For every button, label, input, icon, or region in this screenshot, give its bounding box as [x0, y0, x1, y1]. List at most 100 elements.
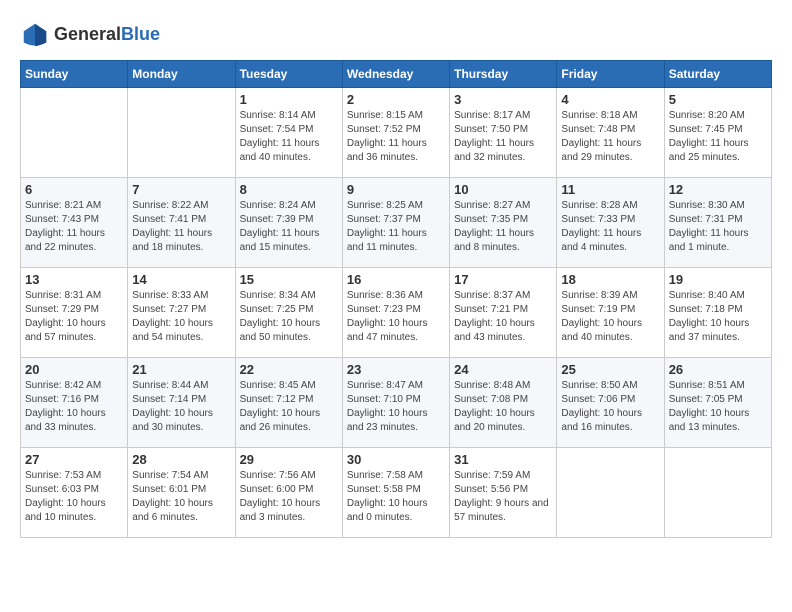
- day-number: 22: [240, 362, 338, 377]
- day-info: Sunrise: 7:56 AM Sunset: 6:00 PM Dayligh…: [240, 469, 338, 525]
- day-info: Sunrise: 8:45 AM Sunset: 7:12 PM Dayligh…: [240, 379, 338, 435]
- calendar-cell: [557, 448, 664, 538]
- calendar-cell: 3 Sunrise: 8:17 AM Sunset: 7:50 PM Daylig…: [450, 88, 557, 178]
- calendar-cell: 2 Sunrise: 8:15 AM Sunset: 7:52 PM Daylig…: [342, 88, 449, 178]
- calendar-cell: 10 Sunrise: 8:27 AM Sunset: 7:35 PM Dayli…: [450, 178, 557, 268]
- calendar-cell: 1 Sunrise: 8:14 AM Sunset: 7:54 PM Daylig…: [235, 88, 342, 178]
- calendar-cell: 19 Sunrise: 8:40 AM Sunset: 7:18 PM Dayli…: [664, 268, 771, 358]
- day-number: 18: [561, 272, 659, 287]
- day-info: Sunrise: 8:40 AM Sunset: 7:18 PM Dayligh…: [669, 289, 767, 345]
- day-number: 13: [25, 272, 123, 287]
- day-number: 23: [347, 362, 445, 377]
- day-info: Sunrise: 8:34 AM Sunset: 7:25 PM Dayligh…: [240, 289, 338, 345]
- day-info: Sunrise: 8:47 AM Sunset: 7:10 PM Dayligh…: [347, 379, 445, 435]
- day-number: 3: [454, 92, 552, 107]
- day-number: 31: [454, 452, 552, 467]
- day-info: Sunrise: 8:39 AM Sunset: 7:19 PM Dayligh…: [561, 289, 659, 345]
- calendar-cell: 23 Sunrise: 8:47 AM Sunset: 7:10 PM Dayli…: [342, 358, 449, 448]
- calendar-cell: 28 Sunrise: 7:54 AM Sunset: 6:01 PM Dayli…: [128, 448, 235, 538]
- week-row-5: 27 Sunrise: 7:53 AM Sunset: 6:03 PM Dayli…: [21, 448, 772, 538]
- day-number: 19: [669, 272, 767, 287]
- day-info: Sunrise: 8:30 AM Sunset: 7:31 PM Dayligh…: [669, 199, 767, 255]
- week-row-1: 1 Sunrise: 8:14 AM Sunset: 7:54 PM Daylig…: [21, 88, 772, 178]
- day-number: 2: [347, 92, 445, 107]
- logo: GeneralBlue: [20, 20, 160, 50]
- day-info: Sunrise: 8:50 AM Sunset: 7:06 PM Dayligh…: [561, 379, 659, 435]
- calendar-cell: [664, 448, 771, 538]
- weekday-header-row: SundayMondayTuesdayWednesdayThursdayFrid…: [21, 61, 772, 88]
- calendar-cell: 16Sunrise: 8:36 AM Sunset: 7:23 PM Dayli…: [342, 268, 449, 358]
- week-row-4: 20 Sunrise: 8:42 AM Sunset: 7:16 PM Dayli…: [21, 358, 772, 448]
- day-info: Sunrise: 8:21 AM Sunset: 7:43 PM Dayligh…: [25, 199, 123, 255]
- calendar-cell: 5Sunrise: 8:20 AM Sunset: 7:45 PM Daylig…: [664, 88, 771, 178]
- day-info: Sunrise: 8:25 AM Sunset: 7:37 PM Dayligh…: [347, 199, 445, 255]
- day-number: 27: [25, 452, 123, 467]
- weekday-monday: Monday: [128, 61, 235, 88]
- day-number: 21: [132, 362, 230, 377]
- calendar-cell: 18 Sunrise: 8:39 AM Sunset: 7:19 PM Dayli…: [557, 268, 664, 358]
- calendar-cell: 12 Sunrise: 8:30 AM Sunset: 7:31 PM Dayli…: [664, 178, 771, 268]
- day-info: Sunrise: 8:27 AM Sunset: 7:35 PM Dayligh…: [454, 199, 552, 255]
- calendar-cell: 14Sunrise: 8:33 AM Sunset: 7:27 PM Dayli…: [128, 268, 235, 358]
- weekday-wednesday: Wednesday: [342, 61, 449, 88]
- day-number: 28: [132, 452, 230, 467]
- week-row-2: 6 Sunrise: 8:21 AM Sunset: 7:43 PM Daylig…: [21, 178, 772, 268]
- calendar-cell: 24 Sunrise: 8:48 AM Sunset: 7:08 PM Dayli…: [450, 358, 557, 448]
- day-number: 29: [240, 452, 338, 467]
- calendar-cell: 4Sunrise: 8:18 AM Sunset: 7:48 PM Daylig…: [557, 88, 664, 178]
- calendar-cell: 7 Sunrise: 8:22 AM Sunset: 7:41 PM Daylig…: [128, 178, 235, 268]
- calendar-cell: 27 Sunrise: 7:53 AM Sunset: 6:03 PM Dayli…: [21, 448, 128, 538]
- day-info: Sunrise: 8:15 AM Sunset: 7:52 PM Dayligh…: [347, 109, 445, 165]
- calendar-cell: 9 Sunrise: 8:25 AM Sunset: 7:37 PM Daylig…: [342, 178, 449, 268]
- day-info: Sunrise: 7:59 AM Sunset: 5:56 PM Dayligh…: [454, 469, 552, 525]
- calendar-cell: 22 Sunrise: 8:45 AM Sunset: 7:12 PM Dayli…: [235, 358, 342, 448]
- day-number: 1: [240, 92, 338, 107]
- day-number: 30: [347, 452, 445, 467]
- day-number: 24: [454, 362, 552, 377]
- weekday-thursday: Thursday: [450, 61, 557, 88]
- day-info: Sunrise: 8:17 AM Sunset: 7:50 PM Dayligh…: [454, 109, 552, 165]
- day-number: 15: [240, 272, 338, 287]
- day-info: Sunrise: 8:42 AM Sunset: 7:16 PM Dayligh…: [25, 379, 123, 435]
- day-number: 17: [454, 272, 552, 287]
- calendar-cell: 6 Sunrise: 8:21 AM Sunset: 7:43 PM Daylig…: [21, 178, 128, 268]
- day-info: Sunrise: 8:44 AM Sunset: 7:14 PM Dayligh…: [132, 379, 230, 435]
- day-number: 12: [669, 182, 767, 197]
- calendar-cell: 13 Sunrise: 8:31 AM Sunset: 7:29 PM Dayli…: [21, 268, 128, 358]
- day-number: 6: [25, 182, 123, 197]
- calendar-cell: 29 Sunrise: 7:56 AM Sunset: 6:00 PM Dayli…: [235, 448, 342, 538]
- calendar-cell: 30 Sunrise: 7:58 AM Sunset: 5:58 PM Dayli…: [342, 448, 449, 538]
- calendar-cell: 26Sunrise: 8:51 AM Sunset: 7:05 PM Dayli…: [664, 358, 771, 448]
- page-header: GeneralBlue: [20, 20, 772, 50]
- day-number: 20: [25, 362, 123, 377]
- day-info: Sunrise: 8:28 AM Sunset: 7:33 PM Dayligh…: [561, 199, 659, 255]
- calendar-cell: 25 Sunrise: 8:50 AM Sunset: 7:06 PM Dayli…: [557, 358, 664, 448]
- calendar-cell: 21 Sunrise: 8:44 AM Sunset: 7:14 PM Dayli…: [128, 358, 235, 448]
- calendar-cell: [128, 88, 235, 178]
- day-info: Sunrise: 7:58 AM Sunset: 5:58 PM Dayligh…: [347, 469, 445, 525]
- calendar-cell: 17Sunrise: 8:37 AM Sunset: 7:21 PM Dayli…: [450, 268, 557, 358]
- day-info: Sunrise: 8:51 AM Sunset: 7:05 PM Dayligh…: [669, 379, 767, 435]
- day-number: 7: [132, 182, 230, 197]
- weekday-sunday: Sunday: [21, 61, 128, 88]
- calendar-cell: 31 Sunrise: 7:59 AM Sunset: 5:56 PM Dayli…: [450, 448, 557, 538]
- weekday-tuesday: Tuesday: [235, 61, 342, 88]
- day-number: 14: [132, 272, 230, 287]
- day-number: 9: [347, 182, 445, 197]
- day-info: Sunrise: 8:20 AM Sunset: 7:45 PM Dayligh…: [669, 109, 767, 165]
- day-info: Sunrise: 8:22 AM Sunset: 7:41 PM Dayligh…: [132, 199, 230, 255]
- day-info: Sunrise: 8:14 AM Sunset: 7:54 PM Dayligh…: [240, 109, 338, 165]
- day-number: 11: [561, 182, 659, 197]
- day-number: 25: [561, 362, 659, 377]
- weekday-friday: Friday: [557, 61, 664, 88]
- day-info: Sunrise: 7:53 AM Sunset: 6:03 PM Dayligh…: [25, 469, 123, 525]
- calendar-cell: 15 Sunrise: 8:34 AM Sunset: 7:25 PM Dayli…: [235, 268, 342, 358]
- day-number: 10: [454, 182, 552, 197]
- logo-icon: [20, 20, 50, 50]
- day-info: Sunrise: 8:36 AM Sunset: 7:23 PM Dayligh…: [347, 289, 445, 345]
- day-number: 4: [561, 92, 659, 107]
- logo-text: GeneralBlue: [54, 25, 160, 45]
- day-info: Sunrise: 8:48 AM Sunset: 7:08 PM Dayligh…: [454, 379, 552, 435]
- day-info: Sunrise: 8:31 AM Sunset: 7:29 PM Dayligh…: [25, 289, 123, 345]
- day-info: Sunrise: 7:54 AM Sunset: 6:01 PM Dayligh…: [132, 469, 230, 525]
